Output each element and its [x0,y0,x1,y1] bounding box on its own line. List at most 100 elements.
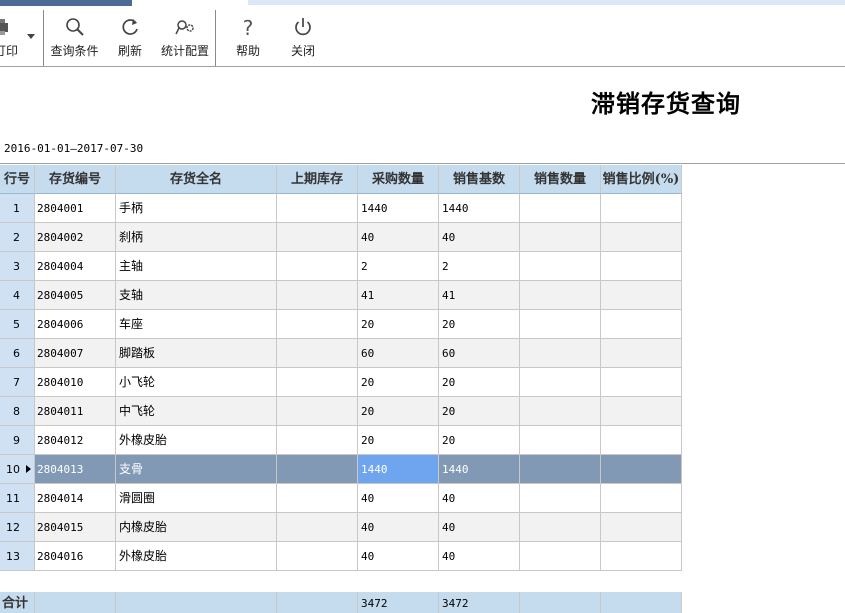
cell-item-code[interactable]: 2804016 [35,542,116,571]
table-row[interactable]: 6 2804007 脚踏板 60 60 [0,339,682,368]
cell-prev-stock[interactable] [277,281,358,310]
cell-item-name[interactable]: 脚踏板 [116,339,277,368]
cell-purchase-qty[interactable]: 20 [358,368,439,397]
print-button[interactable]: 打印 [0,6,38,66]
cell-prev-stock[interactable] [277,484,358,513]
cell-item-name[interactable]: 中飞轮 [116,397,277,426]
cell-sales-qty[interactable] [520,339,601,368]
column-header-sales-ratio[interactable]: 销售比例(%) [601,165,682,194]
cell-item-name[interactable]: 内橡皮胎 [116,513,277,542]
cell-prev-stock[interactable] [277,455,358,484]
cell-purchase-qty[interactable]: 20 [358,397,439,426]
cell-item-name[interactable]: 支轴 [116,281,277,310]
cell-item-name[interactable]: 手柄 [116,194,277,223]
table-row[interactable]: 5 2804006 车座 20 20 [0,310,682,339]
cell-sales-qty[interactable] [520,426,601,455]
table-row[interactable]: 12 2804015 内橡皮胎 40 40 [0,513,682,542]
cell-item-code[interactable]: 2804005 [35,281,116,310]
column-header-item-code[interactable]: 存货编号 [35,165,116,194]
query-conditions-button[interactable]: 查询条件 [47,6,102,66]
column-header-sales-base[interactable]: 销售基数 [439,165,520,194]
cell-prev-stock[interactable] [277,252,358,281]
cell-sales-base[interactable]: 20 [439,426,520,455]
cell-item-name[interactable]: 刹柄 [116,223,277,252]
cell-prev-stock[interactable] [277,339,358,368]
close-button[interactable]: 关闭 [283,6,323,66]
cell-item-name[interactable]: 滑圆圈 [116,484,277,513]
table-row[interactable]: 3 2804004 主轴 2 2 [0,252,682,281]
cell-sales-ratio[interactable] [601,455,682,484]
cell-purchase-qty[interactable]: 20 [358,426,439,455]
column-header-purchase-qty[interactable]: 采购数量 [358,165,439,194]
cell-item-code[interactable]: 2804004 [35,252,116,281]
cell-sales-ratio[interactable] [601,194,682,223]
cell-sales-qty[interactable] [520,455,601,484]
cell-sales-ratio[interactable] [601,339,682,368]
cell-sales-base[interactable]: 20 [439,310,520,339]
cell-purchase-qty[interactable]: 40 [358,223,439,252]
cell-sales-base[interactable]: 40 [439,513,520,542]
cell-item-code[interactable]: 2804002 [35,223,116,252]
cell-item-code[interactable]: 2804015 [35,513,116,542]
cell-prev-stock[interactable] [277,426,358,455]
cell-purchase-qty[interactable]: 1440 [358,455,439,484]
cell-sales-qty[interactable] [520,542,601,571]
cell-item-name[interactable]: 支骨 [116,455,277,484]
cell-sales-base[interactable]: 40 [439,484,520,513]
cell-prev-stock[interactable] [277,397,358,426]
cell-prev-stock[interactable] [277,194,358,223]
table-row[interactable]: 9 2804012 外橡皮胎 20 20 [0,426,682,455]
cell-item-code[interactable]: 2804001 [35,194,116,223]
cell-sales-base[interactable]: 20 [439,397,520,426]
cell-sales-base[interactable]: 1440 [439,455,520,484]
cell-sales-base[interactable]: 40 [439,223,520,252]
cell-sales-base[interactable]: 60 [439,339,520,368]
table-row[interactable]: 2 2804002 刹柄 40 40 [0,223,682,252]
cell-sales-qty[interactable] [520,484,601,513]
cell-sales-base[interactable]: 40 [439,542,520,571]
cell-sales-base[interactable]: 2 [439,252,520,281]
cell-prev-stock[interactable] [277,368,358,397]
table-row[interactable]: 7 2804010 小飞轮 20 20 [0,368,682,397]
cell-prev-stock[interactable] [277,513,358,542]
cell-prev-stock[interactable] [277,542,358,571]
cell-sales-qty[interactable] [520,397,601,426]
column-header-prev-stock[interactable]: 上期库存 [277,165,358,194]
cell-item-code[interactable]: 2804007 [35,339,116,368]
cell-sales-qty[interactable] [520,281,601,310]
cell-item-name[interactable]: 外橡皮胎 [116,426,277,455]
cell-item-code[interactable]: 2804012 [35,426,116,455]
cell-sales-ratio[interactable] [601,513,682,542]
cell-sales-ratio[interactable] [601,484,682,513]
cell-sales-base[interactable]: 41 [439,281,520,310]
table-row[interactable]: 10 2804013 支骨 1440 1440 [0,455,682,484]
cell-item-name[interactable]: 小飞轮 [116,368,277,397]
cell-purchase-qty[interactable]: 20 [358,310,439,339]
cell-purchase-qty[interactable]: 1440 [358,194,439,223]
cell-sales-base[interactable]: 1440 [439,194,520,223]
cell-sales-ratio[interactable] [601,542,682,571]
cell-sales-ratio[interactable] [601,397,682,426]
cell-sales-qty[interactable] [520,194,601,223]
cell-purchase-qty[interactable]: 40 [358,542,439,571]
cell-prev-stock[interactable] [277,310,358,339]
cell-purchase-qty[interactable]: 41 [358,281,439,310]
cell-item-name[interactable]: 车座 [116,310,277,339]
cell-sales-qty[interactable] [520,223,601,252]
refresh-button[interactable]: 刷新 [110,6,150,66]
cell-item-code[interactable]: 2804014 [35,484,116,513]
cell-item-code[interactable]: 2804010 [35,368,116,397]
cell-sales-ratio[interactable] [601,281,682,310]
cell-purchase-qty[interactable]: 60 [358,339,439,368]
table-row[interactable]: 8 2804011 中飞轮 20 20 [0,397,682,426]
cell-purchase-qty[interactable]: 2 [358,252,439,281]
column-header-row-number[interactable]: 行号 [0,165,35,194]
stat-config-button[interactable]: 统计配置 [157,6,213,66]
cell-sales-base[interactable]: 20 [439,368,520,397]
table-row[interactable]: 11 2804014 滑圆圈 40 40 [0,484,682,513]
cell-item-code[interactable]: 2804013 [35,455,116,484]
cell-sales-qty[interactable] [520,252,601,281]
cell-item-code[interactable]: 2804011 [35,397,116,426]
table-row[interactable]: 1 2804001 手柄 1440 1440 [0,194,682,223]
cell-purchase-qty[interactable]: 40 [358,513,439,542]
